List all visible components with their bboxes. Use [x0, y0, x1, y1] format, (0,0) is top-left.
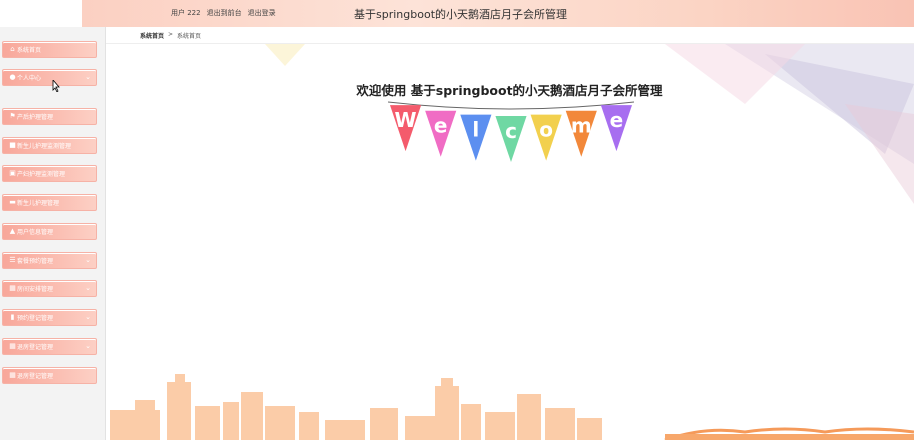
sidebar-item-profile[interactable]: ● 个人中心 ⌄ [2, 69, 97, 86]
bar-chart-icon: ▮ [10, 313, 15, 321]
breadcrumb-current: 系统首页 [177, 33, 202, 40]
breadcrumb-home[interactable]: 系统首页 [140, 31, 164, 40]
sidebar-item-label: 房间安排管理 [17, 286, 54, 293]
bunting-letter: e [610, 108, 624, 132]
folder-icon: ▬ [9, 198, 16, 206]
mouse-cursor-icon [52, 78, 61, 95]
breadcrumb: 系统首页 > 系统首页 [105, 27, 914, 44]
sidebar-item-label: 套餐预约管理 [17, 258, 54, 265]
sidebar-item-label: 产妇护理监测管理 [17, 171, 66, 178]
main-content: 欢迎使用 基于springboot的小天鹅酒店月子会所管理 Welcome [105, 44, 914, 440]
briefcase-icon: ■ [9, 141, 16, 149]
chevron-down-icon: ⌄ [85, 313, 91, 321]
sidebar-item-label: 产后护理管理 [17, 114, 54, 121]
sidebar-item-mother-monitor[interactable]: ▣ 产妇护理监测管理 [2, 165, 97, 182]
breadcrumb-separator: > [168, 31, 174, 38]
chevron-down-icon: ⌄ [85, 284, 91, 292]
sidebar-item-checkout-register-2[interactable]: ▦ 退房登记管理 [2, 367, 97, 384]
sidebar-item-newborn-monitor[interactable]: ■ 新生儿护理监测管理 [2, 137, 97, 154]
list-icon: ☰ [9, 256, 16, 264]
sidebar-item-label: 系统首页 [17, 47, 42, 54]
bunting-letter: o [539, 118, 553, 142]
bunting-letter: W [395, 108, 417, 132]
sidebar-item-label: 新生儿护理管理 [17, 200, 60, 207]
header-logo-area [0, 0, 82, 27]
sidebar-item-label: 个人中心 [17, 75, 42, 82]
flag-icon: ⚑ [9, 112, 16, 120]
user-label: 用户 222 [171, 9, 201, 17]
app-title: 基于springboot的小天鹅酒店月子会所管理 [354, 8, 568, 21]
grid-icon: ▦ [9, 284, 16, 292]
sidebar-item-checkout-register[interactable]: ▦ 退房登记管理 ⌄ [2, 338, 97, 355]
grid-icon: ▦ [9, 342, 16, 350]
sidebar-item-newborn-care[interactable]: ▬ 新生儿护理管理 [2, 194, 97, 211]
home-icon: ⌂ [10, 45, 15, 53]
grid-icon: ▦ [9, 371, 16, 379]
sidebar-item-label: 新生儿护理监测管理 [17, 143, 72, 150]
top-header: 用户 222 退出到前台 退出登录 基于springboot的小天鹅酒店月子会所… [82, 0, 914, 27]
sidebar-item-home[interactable]: ⌂ 系统首页 [2, 41, 97, 58]
logout-link[interactable]: 退出登录 [248, 8, 276, 18]
header-user-links: 用户 222 退出到前台 退出登录 [171, 8, 276, 18]
sidebar-item-package-booking[interactable]: ☰ 套餐预约管理 ⌄ [2, 252, 97, 269]
sidebar-item-label: 预约登记管理 [17, 315, 54, 322]
user-icon: ● [9, 73, 16, 81]
sidebar-item-label: 用户信息管理 [17, 229, 54, 236]
sidebar-item-user-info[interactable]: ▲ 用户信息管理 [2, 223, 97, 240]
person-icon: ▲ [9, 227, 16, 235]
sidebar-item-label: 退房登记管理 [17, 373, 54, 380]
chevron-down-icon: ⌄ [85, 256, 91, 264]
sidebar-item-room-arrangement[interactable]: ▦ 房间安排管理 ⌄ [2, 280, 97, 297]
clipboard-icon: ▣ [9, 169, 16, 177]
chevron-down-icon: ⌄ [85, 342, 91, 350]
city-skyline-decoration [110, 374, 914, 440]
back-to-frontend-link[interactable]: 退出到前台 [207, 8, 242, 18]
bunting-letter: c [505, 119, 517, 143]
bunting-rope [388, 101, 634, 110]
bunting-letter: m [571, 114, 592, 138]
welcome-bunting: Welcome [388, 101, 634, 162]
bunting-letter: e [434, 114, 448, 138]
sidebar-item-postpartum-care[interactable]: ⚑ 产后护理管理 [2, 108, 97, 125]
sidebar-item-booking-register[interactable]: ▮ 预约登记管理 ⌄ [2, 309, 97, 326]
bunting-letter: l [472, 118, 479, 142]
chevron-down-icon: ⌄ [85, 73, 91, 81]
sidebar-item-label: 退房登记管理 [17, 344, 54, 351]
